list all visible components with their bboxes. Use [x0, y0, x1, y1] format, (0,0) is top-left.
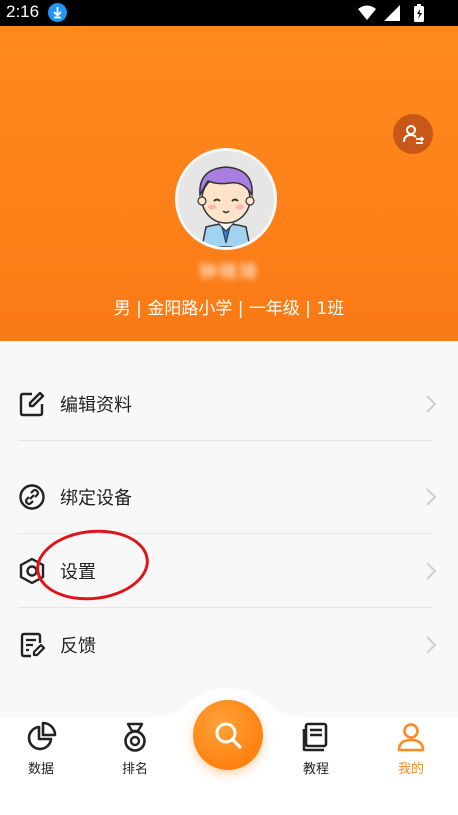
pie-chart-icon: [24, 720, 58, 754]
nav-item-tutorial[interactable]: 教程: [286, 720, 346, 777]
chevron-right-icon: [426, 636, 437, 654]
link-icon: [18, 483, 46, 511]
menu-label-bind-device: 绑定设备: [60, 488, 132, 509]
chevron-right-icon: [426, 562, 437, 580]
divider: [18, 440, 432, 441]
nav-item-mine[interactable]: 我的: [381, 720, 441, 777]
switch-user-icon: [403, 125, 425, 144]
menu-item-edit-profile[interactable]: 编辑资料: [18, 367, 438, 441]
avatar[interactable]: [175, 148, 277, 250]
user-icon: [394, 720, 428, 754]
signal-icon: [384, 5, 400, 21]
switch-account-button[interactable]: [393, 114, 433, 154]
medal-icon: [118, 720, 152, 754]
nav-label-mine: 我的: [397, 762, 424, 777]
nav-label-tutorial: 教程: [302, 762, 329, 777]
status-icons: [358, 4, 424, 22]
nav-label-data: 数据: [27, 762, 54, 777]
search-icon: [215, 722, 242, 749]
status-time: 2:16: [6, 2, 40, 21]
book-icon: [299, 720, 333, 754]
nav-label-ranking: 排名: [121, 762, 148, 777]
menu-label-feedback: 反馈: [60, 636, 96, 657]
avatar-image: [178, 151, 274, 247]
feedback-icon: [18, 631, 46, 659]
nav-item-data[interactable]: 数据: [11, 720, 71, 777]
user-name: 钟晓琦: [199, 262, 259, 283]
user-info: 男 | 金阳路小学 | 一年级 | 1班: [113, 299, 345, 319]
nav-item-ranking[interactable]: 排名: [105, 720, 165, 777]
wifi-icon: [358, 5, 376, 20]
menu-label-edit-profile: 编辑资料: [60, 395, 132, 416]
menu-item-bind-device[interactable]: 绑定设备: [18, 460, 438, 534]
status-bar: 2:16: [0, 0, 458, 26]
menu-item-feedback[interactable]: 反馈: [18, 608, 438, 682]
chevron-right-icon: [426, 488, 437, 506]
chevron-right-icon: [426, 395, 437, 413]
edit-icon: [18, 390, 46, 418]
search-button[interactable]: [193, 700, 263, 770]
download-icon: [48, 3, 67, 22]
